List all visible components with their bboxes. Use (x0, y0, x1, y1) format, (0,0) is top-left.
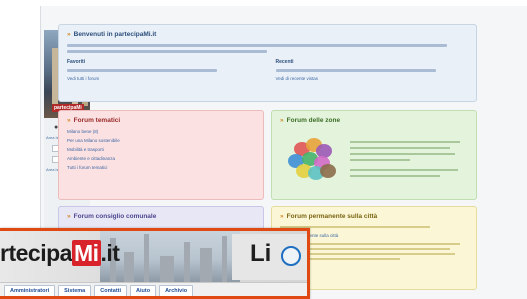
recent-link[interactable]: Vedi di recente vistas (268, 75, 477, 82)
arrow-icon: » (67, 117, 71, 124)
zone-text-line (350, 159, 410, 161)
forum-link[interactable]: Ambiente e cittadinanza (59, 154, 263, 163)
favorites-column: Favoriti Vedi tutti i forum (59, 56, 268, 82)
forum-zone-title-text: Forum delle zone (286, 117, 341, 124)
favorites-title: Favoriti (67, 59, 86, 65)
partner-logo[interactable]: Li (232, 234, 307, 280)
forum-tematici-title-text: Forum tematici (73, 117, 121, 124)
zoomed-header: rtecipaMi.it Li Amministratori Sistema C… (0, 228, 310, 299)
site-banner: rtecipaMi.it Li (0, 231, 307, 282)
nav-tab-aiuto[interactable]: Aiuto (130, 285, 157, 296)
forum-link[interactable]: Mobilità e trasporti (59, 145, 263, 154)
recent-column: Recenti Vedi di recente vistas (268, 56, 477, 82)
forum-citta-title: » Forum permanente sulla città (272, 207, 476, 223)
welcome-title-text: Benvenuti in partecipaMi.it (73, 31, 157, 38)
banner-photo (100, 231, 240, 282)
forum-zone-panel: » Forum delle zone (271, 110, 477, 200)
zone-text-line (350, 147, 450, 149)
zone-region[interactable] (316, 144, 332, 158)
brand-mi: Mi (71, 240, 101, 266)
zone-text-line (350, 141, 460, 143)
brand-prefix: rtecipa (0, 240, 72, 266)
arrow-icon: » (67, 31, 71, 38)
arrow-icon: » (280, 213, 284, 220)
forum-consiglio-title: » Forum consiglio comunale (59, 207, 263, 223)
favorites-line[interactable] (67, 69, 217, 72)
spire-shape (124, 252, 134, 282)
forum-link[interactable]: Milano bene (8) (59, 127, 263, 136)
nav-bar: Amministratori Sistema Contatti Aiuto Ar… (0, 282, 307, 296)
welcome-text-line (67, 44, 447, 47)
forum-tematici-panel: » Forum tematici Milano bene (8) Per una … (58, 110, 264, 200)
nav-tab-sistema[interactable]: Sistema (58, 285, 92, 296)
zone-region[interactable] (320, 164, 336, 178)
forum-tematici-title: » Forum tematici (59, 111, 263, 127)
arrow-icon: » (280, 117, 284, 124)
partner-logo-text: Li (250, 240, 272, 267)
brand-suffix: .it (100, 240, 120, 266)
spire-shape (184, 242, 190, 282)
spire-shape (160, 256, 174, 282)
welcome-title: » Benvenuti in partecipaMi.it (59, 25, 476, 41)
nav-tab-amministratori[interactable]: Amministratori (4, 285, 56, 296)
arrow-icon: » (67, 213, 71, 220)
welcome-panel: » Benvenuti in partecipaMi.it Favoriti Ve… (58, 24, 477, 102)
spire-shape (144, 234, 149, 282)
favorites-link[interactable]: Vedi tutti i forum (59, 75, 268, 82)
spire-shape (200, 248, 212, 282)
zone-map[interactable] (282, 135, 342, 183)
zone-text-line (350, 175, 440, 177)
forum-link[interactable]: Per una Milano sostenibile (59, 136, 263, 145)
globe-icon (281, 246, 301, 266)
forum-consiglio-title-text: Forum consiglio comunale (73, 213, 157, 220)
welcome-text-line (67, 50, 267, 53)
zone-text-line (350, 153, 455, 155)
nav-tab-contatti[interactable]: Contatti (94, 285, 128, 296)
forum-citta-title-text: Forum permanente sulla città (286, 213, 378, 220)
welcome-columns: Favoriti Vedi tutti i forum Recenti Vedi… (59, 56, 476, 82)
forum-link[interactable]: Tutti i forum tematici (59, 163, 263, 172)
zone-text-block (350, 137, 468, 181)
site-logo[interactable]: rtecipaMi.it (0, 240, 120, 267)
spire-shape (222, 236, 227, 282)
nav-tab-archivio[interactable]: Archivio (159, 285, 194, 296)
recent-line[interactable] (275, 69, 436, 72)
recent-title: Recenti (275, 59, 294, 65)
forum-zone-title: » Forum delle zone (272, 111, 476, 127)
zone-text-line (350, 169, 458, 171)
